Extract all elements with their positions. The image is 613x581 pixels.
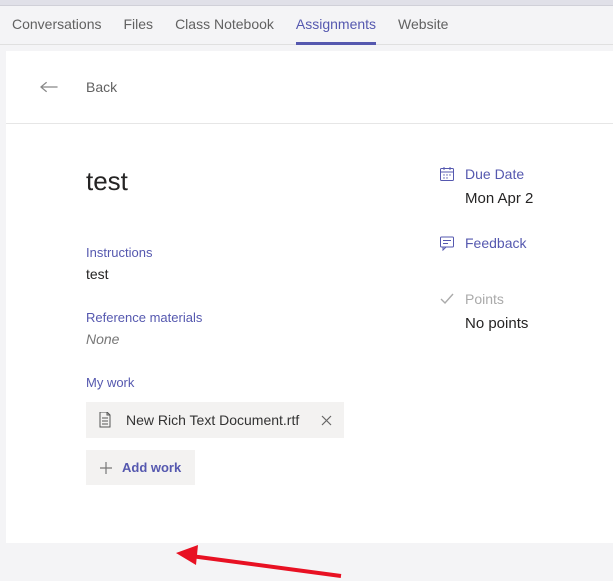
my-work-label: My work bbox=[86, 375, 439, 390]
assignment-left-column: test Instructions test Reference materia… bbox=[86, 166, 439, 485]
back-label: Back bbox=[86, 79, 117, 95]
feedback-icon bbox=[439, 235, 455, 251]
remove-attachment-icon[interactable] bbox=[321, 415, 332, 426]
checkmark-icon bbox=[439, 291, 455, 307]
points-label: Points bbox=[465, 291, 504, 307]
reference-materials-label: Reference materials bbox=[86, 310, 439, 325]
due-date-label: Due Date bbox=[465, 166, 524, 182]
feedback-row[interactable]: Feedback bbox=[439, 235, 579, 251]
attachment-name: New Rich Text Document.rtf bbox=[126, 412, 307, 428]
feedback-label: Feedback bbox=[465, 235, 526, 251]
assignment-main: test Instructions test Reference materia… bbox=[6, 124, 613, 485]
assignment-page: Back test Instructions test Reference ma… bbox=[6, 51, 613, 543]
calendar-icon bbox=[439, 166, 455, 182]
annotation-arrow-icon bbox=[176, 541, 346, 581]
document-icon bbox=[98, 412, 112, 428]
add-work-label: Add work bbox=[122, 460, 181, 475]
tab-class-notebook[interactable]: Class Notebook bbox=[175, 16, 274, 45]
tab-conversations[interactable]: Conversations bbox=[12, 16, 102, 45]
instructions-value: test bbox=[86, 266, 439, 282]
attachment-chip[interactable]: New Rich Text Document.rtf bbox=[86, 402, 344, 438]
points-value: No points bbox=[465, 315, 579, 332]
assignment-title: test bbox=[86, 166, 439, 197]
due-date-value: Mon Apr 2 bbox=[465, 190, 579, 207]
assignment-right-column: Due Date Mon Apr 2 Feedback Points No po… bbox=[439, 166, 579, 485]
due-date-row: Due Date bbox=[439, 166, 579, 182]
plus-icon bbox=[100, 462, 112, 474]
points-row: Points bbox=[439, 291, 579, 307]
arrow-left-icon bbox=[40, 80, 58, 94]
add-work-button[interactable]: Add work bbox=[86, 450, 195, 485]
back-button[interactable]: Back bbox=[6, 51, 613, 123]
channel-tabs: Conversations Files Class Notebook Assig… bbox=[0, 6, 613, 45]
tab-assignments[interactable]: Assignments bbox=[296, 16, 376, 45]
instructions-label: Instructions bbox=[86, 245, 439, 260]
reference-materials-value: None bbox=[86, 331, 439, 347]
tab-files[interactable]: Files bbox=[124, 16, 154, 45]
tab-website[interactable]: Website bbox=[398, 16, 448, 45]
